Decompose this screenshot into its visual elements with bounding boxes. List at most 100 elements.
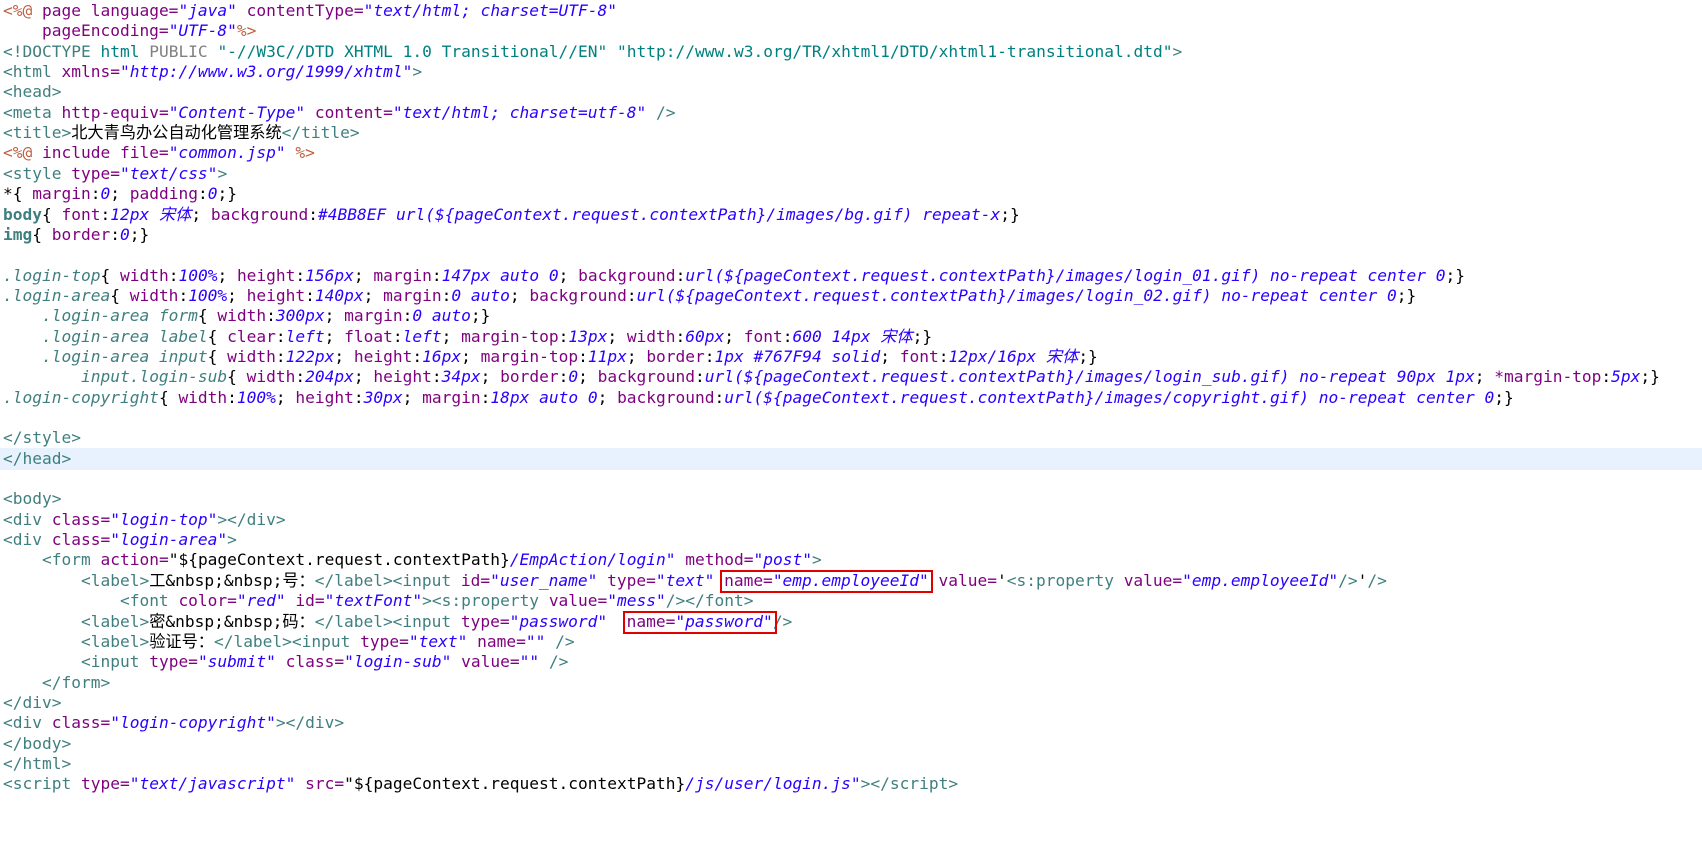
- code-token: "${pageContext.request.contextPath}: [168, 550, 510, 570]
- code-token: <input: [80, 652, 150, 672]
- code-line: <font color="red" id="textFont"><s:prope…: [3, 590, 754, 612]
- code-token: :: [110, 224, 120, 244]
- highlight-box: [622, 610, 777, 634]
- code-token: ;}: [129, 224, 150, 244]
- code-token: *{: [3, 184, 33, 204]
- code-token: 0: [568, 367, 579, 387]
- code-token: </label><input: [213, 631, 361, 651]
- code-token: :: [675, 326, 686, 346]
- code-token: id=: [460, 570, 491, 590]
- code-token: border: [646, 346, 705, 366]
- code-token: margin: [383, 285, 442, 305]
- code-token: type=: [149, 652, 198, 672]
- code-token: {: [41, 204, 62, 224]
- code-token: "user_name": [490, 570, 598, 590]
- code-token: {: [158, 387, 179, 407]
- code-token: 5px: [1611, 367, 1641, 387]
- code-token: ;: [275, 387, 296, 407]
- code-token: 13px: [568, 326, 608, 346]
- code-line: <body>: [3, 488, 61, 510]
- code-line: <meta http-equiv="Content-Type" content=…: [3, 102, 676, 124]
- code-editor[interactable]: <%@ page language="java" contentType="te…: [0, 0, 1702, 857]
- code-token: <div: [3, 509, 52, 529]
- code-line: <label>验证号：</label><input type="text" na…: [3, 631, 575, 653]
- code-token: script>: [889, 774, 959, 794]
- code-token: type=: [597, 570, 656, 590]
- code-token: "text/html; charset=utf-8": [392, 102, 647, 122]
- code-line: <html xmlns="http://www.w3.org/1999/xhtm…: [3, 61, 422, 83]
- code-token: </label><input: [314, 570, 461, 590]
- code-token: :: [431, 367, 442, 387]
- code-token: border: [500, 367, 559, 387]
- code-token: width: [227, 346, 276, 366]
- code-token: margin: [422, 387, 481, 407]
- code-token: ': [996, 570, 1007, 590]
- code-token: {: [32, 224, 52, 244]
- code-token: :: [305, 285, 315, 305]
- code-token: width: [178, 387, 228, 407]
- code-token: method=: [675, 550, 754, 570]
- code-token: :: [402, 306, 413, 326]
- code-token: >: [412, 62, 423, 82]
- code-token: language=: [90, 1, 179, 20]
- code-token: .login-area form: [41, 306, 198, 326]
- code-token: .login-area: [3, 285, 111, 305]
- code-line: </form>: [3, 672, 110, 694]
- code-token: <title>: [3, 123, 72, 143]
- code-token: ;: [480, 367, 501, 387]
- code-token: <script: [3, 774, 81, 794]
- code-token: :: [168, 265, 179, 285]
- code-line: <label>工&nbsp;&nbsp;号：</label><input id=…: [3, 570, 1387, 592]
- code-token: ;}: [217, 184, 237, 204]
- code-token: width: [626, 326, 676, 346]
- code-token: ;: [191, 204, 211, 224]
- code-token: value=: [1123, 570, 1183, 590]
- code-token: </form>: [41, 672, 111, 692]
- code-line: body{ font:12px 宋体; background:#4BB8EF u…: [3, 204, 1020, 226]
- code-line: pageEncoding="UTF-8"%>: [3, 20, 256, 42]
- code-token: background: [617, 387, 715, 407]
- code-token: />: [646, 102, 676, 122]
- code-line: .login-area label{ clear:left; float:lef…: [3, 326, 932, 348]
- code-token: name=: [467, 631, 526, 651]
- code-token: .login-copyright: [3, 387, 159, 407]
- code-token: 0 auto: [451, 285, 510, 305]
- code-line: </html>: [3, 753, 71, 775]
- code-token: >: [217, 163, 228, 183]
- code-token: :: [266, 306, 276, 326]
- code-token: :: [178, 285, 189, 305]
- code-token: ;: [558, 265, 579, 285]
- highlight-box: [720, 569, 933, 593]
- code-token: </style>: [3, 428, 81, 448]
- code-token: :: [412, 346, 423, 366]
- code-token: background: [578, 265, 676, 285]
- code-token: .login-area input: [41, 346, 208, 366]
- code-token: ;: [880, 346, 900, 366]
- code-token: :: [353, 387, 364, 407]
- code-token: background: [210, 204, 309, 224]
- code-token: ;: [607, 326, 627, 346]
- code-token: src=: [295, 774, 345, 794]
- code-token: "-//W3C//DTD XHTML 1.0 Transitional//EN"…: [217, 41, 1173, 61]
- code-token: file=: [119, 143, 169, 163]
- code-token: ;}: [1494, 387, 1514, 407]
- code-line: <div class="login-top"></div>: [3, 509, 286, 531]
- code-token: </body>: [3, 733, 72, 753]
- code-token: ;}: [470, 306, 491, 326]
- current-line-highlight: [0, 447, 1702, 470]
- code-token: /></font>: [665, 591, 754, 611]
- code-token: img: [3, 224, 33, 244]
- code-token: "java": [178, 1, 237, 20]
- code-token: ></: [860, 774, 890, 794]
- code-line: .login-area form{ width:300px; margin:0 …: [3, 305, 490, 327]
- code-line: </div>: [3, 692, 61, 714]
- code-token: 300px: [275, 306, 325, 326]
- code-token: padding: [129, 184, 198, 204]
- code-token: color=: [178, 591, 237, 611]
